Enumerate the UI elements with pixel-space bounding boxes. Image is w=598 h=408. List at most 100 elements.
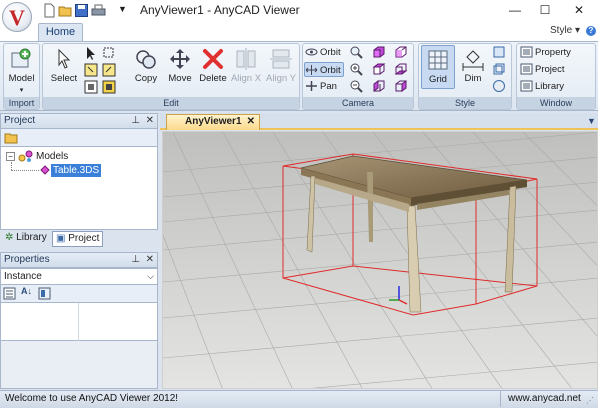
orbit-active-button[interactable]: Orbit: [304, 62, 344, 77]
tab-library-label: Library: [16, 232, 47, 243]
display-shaded-icon[interactable]: [492, 45, 506, 59]
copy-icon: [136, 50, 156, 69]
app-logo-letter: V: [9, 5, 25, 30]
property-grid[interactable]: [0, 303, 158, 341]
object-select-value: Instance: [4, 271, 42, 282]
pan-button[interactable]: Pan: [305, 79, 337, 94]
orbit-active-label: Orbit: [320, 65, 341, 76]
align-x-icon: [236, 48, 256, 70]
properties-pin-icon[interactable]: ⊥: [131, 254, 140, 265]
property-window-button[interactable]: Property: [520, 45, 571, 60]
delete-button[interactable]: Delete: [197, 47, 229, 89]
zoom-icon[interactable]: [349, 45, 363, 59]
select-solid-icon[interactable]: [102, 80, 116, 94]
group-import-label: Import: [4, 97, 39, 109]
align-x-label: Align X: [230, 73, 262, 84]
pin-icon[interactable]: ⊥: [131, 115, 140, 126]
ribbon-tab-strip: [0, 22, 598, 41]
view-bottom-icon[interactable]: [394, 62, 408, 76]
view-right-icon[interactable]: [394, 79, 408, 93]
categorized-icon[interactable]: [3, 287, 16, 300]
project-panel-header: Project ⊥ ✕: [0, 113, 158, 129]
document-tab-label: AnyViewer1: [185, 116, 242, 127]
app-logo-button[interactable]: V: [2, 2, 32, 32]
select-edge-icon[interactable]: [102, 63, 116, 77]
new-file-icon[interactable]: [42, 3, 57, 18]
help-icon[interactable]: ?: [586, 26, 596, 36]
move-button[interactable]: Move: [164, 47, 196, 89]
project-window-icon: [520, 63, 533, 75]
dim-button[interactable]: Dim: [458, 47, 488, 89]
project-folder-icon[interactable]: [4, 131, 18, 144]
select-button[interactable]: Select: [48, 47, 80, 89]
project-window-button[interactable]: Project: [520, 62, 565, 77]
status-url: www.anycad.net: [508, 393, 581, 404]
print-icon[interactable]: [91, 3, 106, 18]
document-tab-close-icon[interactable]: ✕: [247, 115, 255, 129]
tab-project[interactable]: ▣ Project: [52, 231, 104, 247]
property-description: [0, 341, 158, 389]
grid-button[interactable]: Grid: [421, 45, 455, 89]
project-window-label: Project: [535, 64, 565, 75]
project-panel-close-icon[interactable]: ✕: [146, 115, 154, 126]
mesh-node-icon: [40, 165, 50, 175]
group-style-label: Style: [419, 97, 511, 109]
orbit-icon: [305, 48, 318, 56]
view-top-icon[interactable]: [372, 62, 386, 76]
maximize-button[interactable]: ☐: [530, 0, 560, 20]
pointer-icon[interactable]: [84, 46, 98, 60]
object-select[interactable]: Instance ⌵: [0, 268, 158, 285]
group-edit-label: Edit: [43, 97, 299, 109]
view-left-icon[interactable]: [372, 79, 386, 93]
resize-grip-icon[interactable]: ⋰: [586, 396, 594, 405]
model-dropdown-icon: ▾: [19, 87, 24, 94]
display-sphere-icon[interactable]: [492, 79, 506, 93]
properties-panel-header: Properties ⊥ ✕: [0, 252, 158, 268]
library-tab-icon: ✲: [5, 232, 14, 243]
style-menu[interactable]: Style ▾: [550, 25, 580, 36]
project-panel-title: Project: [4, 115, 36, 126]
align-y-icon: [270, 49, 292, 69]
orbit-button[interactable]: Orbit: [305, 45, 341, 60]
close-button[interactable]: ✕: [564, 0, 594, 20]
project-tab-icon: ▣: [56, 233, 66, 244]
3d-viewport[interactable]: [162, 131, 598, 389]
zoom-fit-icon[interactable]: [349, 79, 363, 93]
tree-node-table[interactable]: Table.3DS: [51, 164, 102, 177]
copy-button[interactable]: Copy: [130, 47, 162, 89]
align-y-button[interactable]: Align Y: [265, 47, 297, 89]
status-message: Welcome to use AnyCAD Viewer 2012!: [5, 393, 179, 404]
view-front-icon[interactable]: [372, 45, 386, 59]
tree-node-models[interactable]: Models: [36, 151, 68, 162]
display-wireframe-icon[interactable]: [492, 62, 506, 76]
view-back-icon[interactable]: [394, 45, 408, 59]
model-label: Model: [8, 73, 35, 84]
delete-label: Delete: [199, 73, 227, 84]
chevron-down-icon: ⌵: [147, 271, 154, 281]
group-window-label: Window: [517, 97, 595, 109]
sort-alphabetical-icon[interactable]: A↓: [21, 286, 32, 296]
tab-home[interactable]: Home: [38, 23, 83, 42]
select-face-icon[interactable]: [84, 80, 98, 94]
customize-quick-access-icon[interactable]: ▼: [118, 4, 127, 14]
viewport-scene: [163, 132, 597, 388]
properties-close-icon[interactable]: ✕: [146, 254, 154, 265]
tree-collapse-toggle[interactable]: −: [6, 152, 15, 161]
model-icon: [11, 48, 30, 68]
model-button[interactable]: Model ▾: [5, 47, 38, 94]
select-arrow-icon: [58, 48, 71, 69]
tab-library[interactable]: ✲ Library: [2, 231, 50, 247]
properties-panel-title: Properties: [4, 254, 50, 265]
minimize-button[interactable]: —: [500, 0, 530, 20]
select-vertex-icon[interactable]: [84, 63, 98, 77]
status-separator: [500, 391, 501, 407]
document-tab[interactable]: AnyViewer1 ✕: [166, 114, 260, 130]
align-x-button[interactable]: Align X: [230, 47, 262, 89]
document-list-dropdown-icon[interactable]: ▼: [587, 116, 596, 126]
select-box-icon[interactable]: [102, 46, 116, 60]
library-window-button[interactable]: Library: [520, 79, 564, 94]
save-icon[interactable]: [74, 3, 89, 18]
property-pages-icon[interactable]: [38, 287, 51, 300]
zoom-window-icon[interactable]: [349, 62, 363, 76]
open-folder-icon[interactable]: [58, 3, 73, 18]
